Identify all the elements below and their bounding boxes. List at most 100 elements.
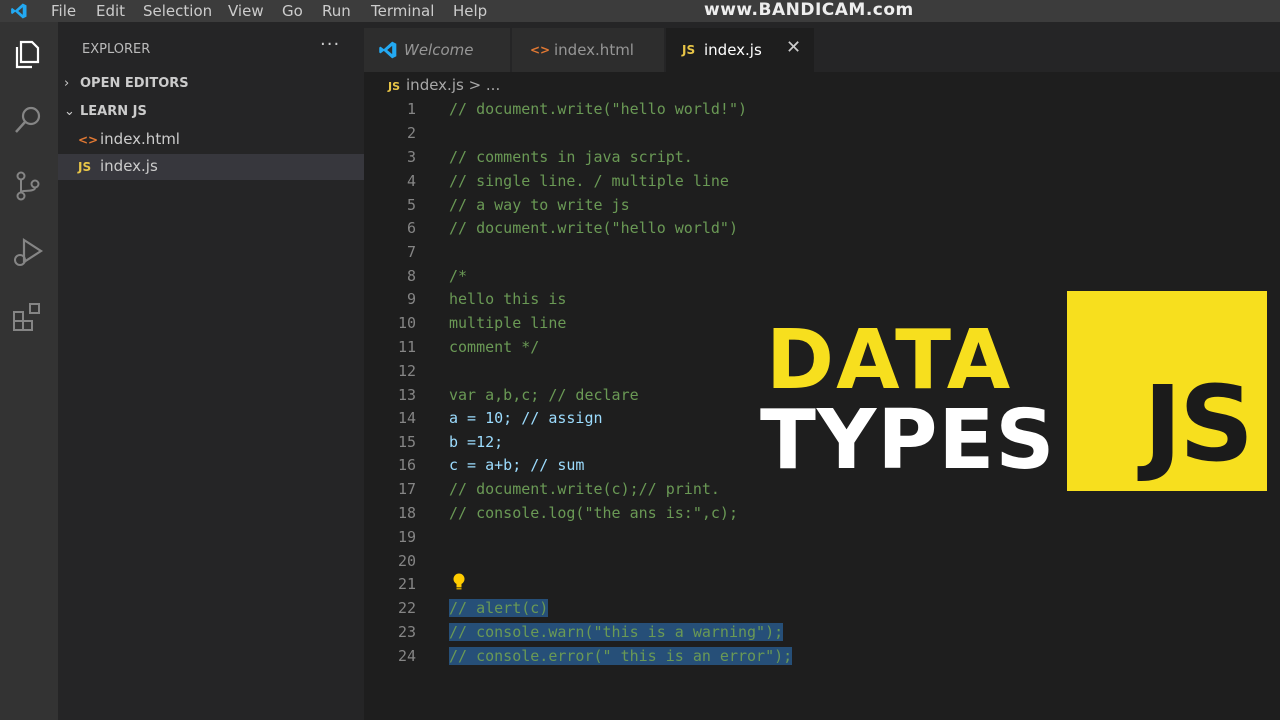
chevron-down-icon: ⌄ — [64, 104, 75, 119]
line-number: 2 — [406, 124, 416, 142]
code-text: // document.write(c);// print. — [449, 480, 720, 498]
code-text: hello this is — [449, 290, 567, 308]
code-text: b =12; — [449, 433, 504, 451]
chevron-right-icon: › — [64, 76, 70, 91]
code-line: 19 — [364, 526, 1280, 550]
run-debug-icon[interactable] — [10, 234, 46, 270]
code-text: // document.write("hello world") — [449, 219, 738, 237]
js-logo-text: JS — [1143, 363, 1254, 485]
code-text: c = a+b; // sum — [449, 456, 585, 474]
code-line: 5 // a way to write js — [364, 194, 1280, 218]
line-number: 4 — [406, 172, 416, 190]
recorder-watermark: www.BANDICAM.com — [704, 0, 914, 20]
file-name: index.html — [100, 130, 180, 148]
folder-section[interactable]: ⌄ LEARN JS — [64, 104, 147, 119]
file-item-index-html[interactable]: <> index.html — [58, 127, 364, 153]
line-number: 20 — [397, 552, 416, 570]
line-number: 1 — [406, 100, 416, 118]
code-line: 21 — [364, 573, 1280, 597]
tab-index-js[interactable]: JS index.js ✕ — [666, 28, 814, 72]
line-number: 18 — [397, 504, 416, 522]
folder-label: LEARN JS — [80, 104, 147, 119]
line-number: 15 — [397, 433, 416, 451]
line-number: 24 — [397, 647, 416, 665]
line-number: 11 — [397, 338, 416, 356]
code-text: // a way to write js — [449, 196, 630, 214]
line-number: 9 — [406, 290, 416, 308]
breadcrumb-path: index.js > ... — [406, 76, 501, 94]
more-actions-icon[interactable]: ··· — [320, 34, 340, 55]
vscode-logo-icon — [11, 3, 27, 19]
line-number: 16 — [397, 456, 416, 474]
js-file-icon: JS — [78, 160, 92, 174]
line-number: 12 — [397, 362, 416, 380]
open-editors-label: OPEN EDITORS — [80, 76, 189, 91]
code-line: 1 // document.write("hello world!") — [364, 98, 1280, 122]
menu-terminal[interactable]: Terminal — [371, 2, 434, 20]
code-text: // console.warn("this is a warning"); — [449, 623, 784, 641]
search-icon[interactable] — [10, 102, 46, 138]
menu-file[interactable]: File — [51, 2, 76, 20]
file-item-index-js[interactable]: JS index.js — [58, 154, 364, 180]
js-file-icon: JS — [682, 43, 696, 57]
lightbulb-icon[interactable] — [452, 573, 466, 591]
files-icon[interactable] — [10, 36, 46, 72]
line-number: 13 — [397, 386, 416, 404]
line-number: 14 — [397, 409, 416, 427]
code-line: 6 // document.write("hello world") — [364, 217, 1280, 241]
code-line: 18 // console.log("the ans is:",c); — [364, 502, 1280, 526]
code-line: 4 // single line. / multiple line — [364, 170, 1280, 194]
js-file-icon: JS — [388, 80, 401, 93]
open-editors-section[interactable]: › OPEN EDITORS — [64, 76, 189, 91]
extensions-icon[interactable] — [10, 300, 46, 336]
file-name: index.js — [100, 157, 158, 175]
tab-label: index.js — [704, 41, 762, 59]
line-number: 8 — [406, 267, 416, 285]
menu-bar: File Edit Selection View Go Run Terminal… — [0, 0, 1280, 22]
menu-run[interactable]: Run — [322, 2, 351, 20]
code-line: 7 — [364, 241, 1280, 265]
code-text: // document.write("hello world!") — [449, 100, 748, 118]
code-line: 2 — [364, 122, 1280, 146]
html-file-icon: <> — [530, 43, 551, 57]
menu-help[interactable]: Help — [453, 2, 487, 20]
menu-go[interactable]: Go — [282, 2, 303, 20]
code-line: 24 // console.error(" this is an error"); — [364, 645, 1280, 669]
code-text: // single line. / multiple line — [449, 172, 729, 190]
code-text: // console.error(" this is an error"); — [449, 647, 793, 665]
activity-bar — [0, 22, 58, 720]
line-number: 5 — [406, 196, 416, 214]
menu-edit[interactable]: Edit — [96, 2, 125, 20]
tab-welcome[interactable]: Welcome — [364, 28, 510, 72]
tab-bar: Welcome <> index.html JS index.js ✕ — [364, 22, 1280, 72]
code-text: comment */ — [449, 338, 540, 356]
explorer-title: EXPLORER — [82, 42, 151, 57]
line-number: 22 — [397, 599, 416, 617]
code-text: // console.log("the ans is:",c); — [449, 504, 738, 522]
breadcrumb[interactable]: JS index.js > ... — [388, 76, 500, 94]
line-number: 21 — [397, 575, 416, 593]
code-text: a = 10; // assign — [449, 409, 603, 427]
code-line: 20 — [364, 550, 1280, 574]
code-line: 22 // alert(c) — [364, 597, 1280, 621]
line-number: 7 — [406, 243, 416, 261]
code-line: 3 // comments in java script. — [364, 146, 1280, 170]
overlay-title-types: TYPES — [760, 393, 1056, 488]
explorer-sidebar: EXPLORER ··· › OPEN EDITORS ⌄ LEARN JS <> … — [58, 22, 364, 720]
js-logo-badge: JS — [1067, 291, 1267, 491]
code-line: 23 // console.warn("this is a warning"); — [364, 621, 1280, 645]
code-text: // comments in java script. — [449, 148, 693, 166]
line-number: 6 — [406, 219, 416, 237]
close-icon[interactable]: ✕ — [786, 37, 801, 58]
code-text: multiple line — [449, 314, 567, 332]
tab-label: index.html — [554, 41, 634, 59]
line-number: 23 — [397, 623, 416, 641]
vscode-icon — [379, 41, 397, 59]
code-line: 8 /* — [364, 265, 1280, 289]
menu-selection[interactable]: Selection — [143, 2, 212, 20]
line-number: 10 — [397, 314, 416, 332]
source-control-icon[interactable] — [10, 168, 46, 204]
tab-index-html[interactable]: <> index.html — [512, 28, 664, 72]
menu-view[interactable]: View — [228, 2, 264, 20]
code-text: /* — [449, 267, 468, 285]
